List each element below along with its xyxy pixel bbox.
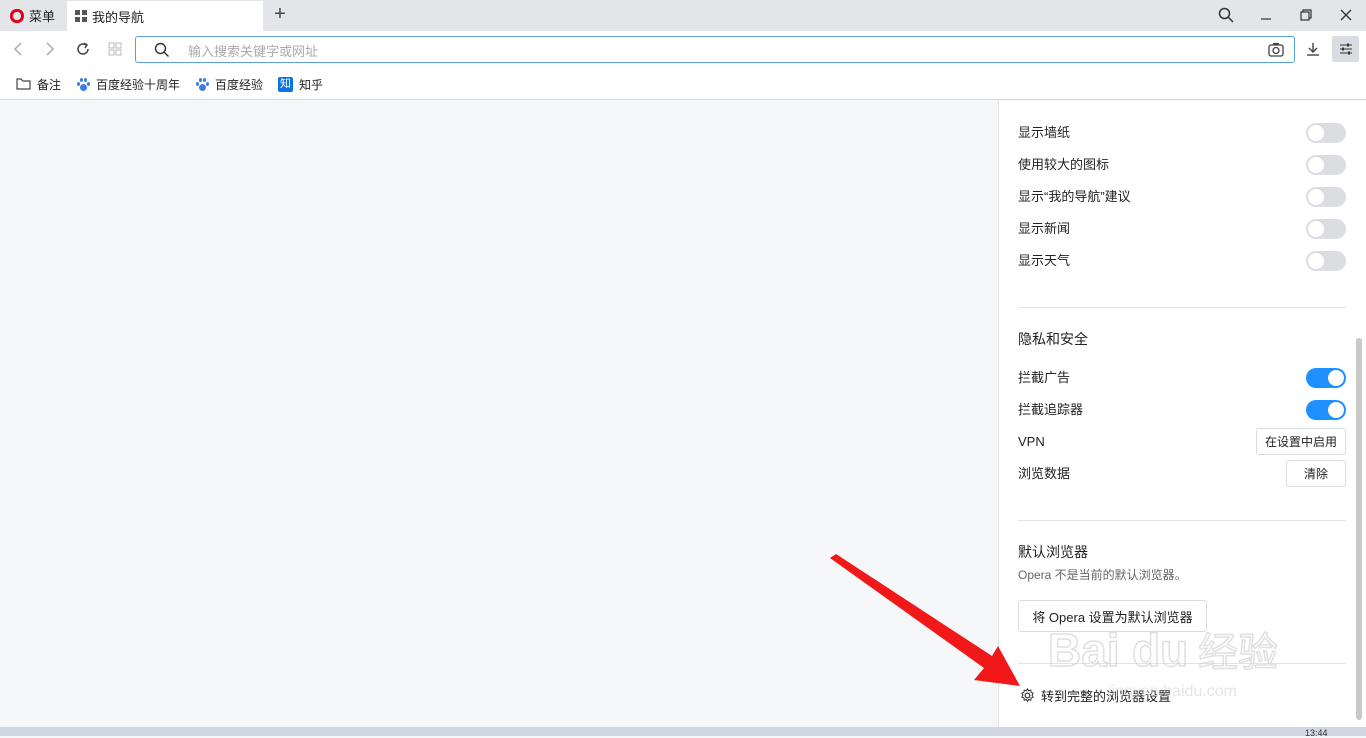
- download-icon: [1307, 43, 1319, 56]
- bookmark-label: 备注: [37, 77, 62, 92]
- baidu-paw-icon: [76, 77, 90, 91]
- taskbar-clock: 13:44: [1305, 728, 1328, 738]
- clear-data-button[interactable]: 清除: [1286, 460, 1346, 487]
- opera-logo-icon: [10, 8, 24, 23]
- speed-dial-suggestions-label: 显示“我的导航”建议: [1018, 189, 1131, 204]
- speed-dial-icon: [75, 10, 87, 22]
- svg-text:Bai: Bai: [1048, 624, 1120, 676]
- speed-dial-button[interactable]: [103, 36, 127, 62]
- zhihu-icon: 知: [278, 76, 293, 92]
- baidu-paw-icon: [195, 77, 209, 91]
- svg-text:jingyan.baidu.com: jingyan.baidu.com: [1107, 683, 1237, 700]
- show-weather-label: 显示天气: [1018, 253, 1071, 268]
- search-tabs-button[interactable]: [1213, 4, 1239, 26]
- tab-speed-dial[interactable]: 我的导航: [67, 1, 263, 31]
- bookmark-label: 知乎: [299, 77, 324, 92]
- easy-setup-button[interactable]: [1332, 36, 1359, 62]
- enable-vpn-button[interactable]: 在设置中启用: [1256, 428, 1346, 455]
- search-icon: [1218, 7, 1234, 23]
- bookmark-baidu-jingyan-10[interactable]: 百度经验十周年: [76, 74, 180, 94]
- show-wallpaper-label: 显示墙纸: [1018, 125, 1071, 140]
- settings-sliders-icon: [1339, 43, 1352, 55]
- search-icon: [154, 42, 169, 57]
- browsing-data-label: 浏览数据: [1018, 466, 1071, 481]
- os-taskbar: [0, 727, 1366, 736]
- bookmark-zhihu[interactable]: 知 知乎: [278, 74, 323, 94]
- reload-button[interactable]: [71, 36, 95, 62]
- bookmark-baidu-jingyan[interactable]: 百度经验: [195, 74, 263, 94]
- grid-icon: [108, 42, 122, 56]
- close-icon: [1340, 9, 1352, 21]
- close-window-button[interactable]: [1333, 4, 1359, 26]
- show-wallpaper-toggle[interactable]: [1306, 123, 1346, 143]
- reload-icon: [77, 42, 89, 55]
- block-ads-toggle[interactable]: [1306, 368, 1346, 388]
- downloads-button[interactable]: [1301, 36, 1325, 62]
- show-news-label: 显示新闻: [1018, 221, 1071, 236]
- panel-scrollbar[interactable]: [1356, 338, 1362, 720]
- large-icons-label: 使用较大的图标: [1018, 157, 1110, 172]
- section-divider: [1018, 307, 1346, 308]
- tab-title: 我的导航: [92, 9, 145, 25]
- svg-text:经验: 经验: [1198, 630, 1278, 676]
- block-trackers-toggle[interactable]: [1306, 400, 1346, 420]
- minimize-button[interactable]: [1253, 4, 1279, 26]
- camera-icon[interactable]: [1268, 42, 1284, 57]
- bookmark-notes[interactable]: 备注: [16, 74, 61, 94]
- restore-icon: [1300, 9, 1312, 21]
- new-tab-button[interactable]: +: [271, 4, 289, 26]
- restore-button[interactable]: [1293, 4, 1319, 26]
- section-divider: [1018, 520, 1346, 521]
- menu-label: 菜单: [29, 9, 56, 24]
- show-news-toggle[interactable]: [1306, 219, 1346, 239]
- large-icons-toggle[interactable]: [1306, 155, 1346, 175]
- opera-menu-button[interactable]: 菜单: [0, 0, 66, 31]
- minimize-icon: [1261, 18, 1271, 20]
- show-weather-toggle[interactable]: [1306, 251, 1346, 271]
- baidu-jingyan-watermark: Bai du 经验 jingyan.baidu.com: [1048, 623, 1279, 700]
- privacy-section-title: 隐私和安全: [1018, 331, 1088, 347]
- forward-arrow-icon: [46, 42, 55, 56]
- block-trackers-label: 拦截追踪器: [1018, 402, 1084, 417]
- red-arrow-annotation: [830, 554, 1020, 686]
- address-input[interactable]: [186, 41, 1090, 61]
- back-button[interactable]: [6, 36, 30, 62]
- speed-dial-suggestions-toggle[interactable]: [1306, 187, 1346, 207]
- address-bar[interactable]: [135, 36, 1295, 63]
- folder-icon: [16, 78, 31, 90]
- forward-button[interactable]: [38, 36, 62, 62]
- block-ads-label: 拦截广告: [1018, 370, 1071, 385]
- svg-text:du: du: [1132, 624, 1188, 676]
- default-browser-description: Opera 不是当前的默认浏览器。: [1018, 568, 1187, 582]
- bookmark-label: 百度经验: [215, 77, 264, 92]
- back-arrow-icon: [13, 42, 22, 56]
- vpn-label: VPN: [1018, 434, 1045, 449]
- bookmark-label: 百度经验十周年: [96, 77, 181, 92]
